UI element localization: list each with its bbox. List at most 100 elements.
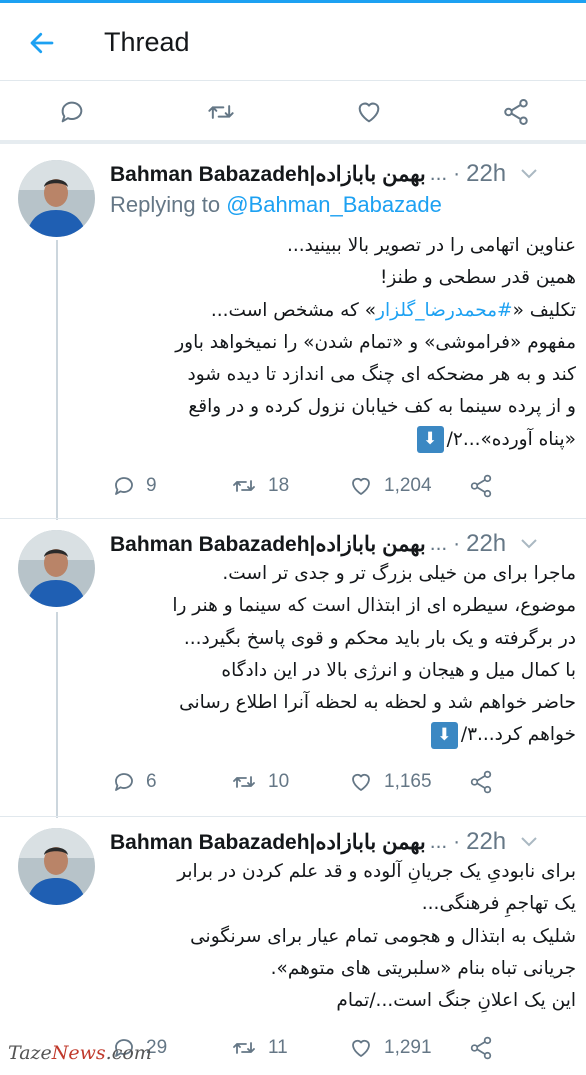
like-button[interactable]: 1,165 bbox=[348, 762, 432, 802]
tweet-text: ماجرا برای من خیلی بزرگ تر و جدی تر است.… bbox=[108, 558, 576, 752]
down-arrow-emoji: ⬇ bbox=[430, 721, 458, 749]
reply-prefix: Replying to bbox=[110, 192, 221, 217]
replying-to: Replying to @Bahman_Babazade bbox=[110, 192, 442, 218]
tweet-line: کند و به هر مضحکه ای چنگ می اندازد تا دی… bbox=[187, 364, 577, 386]
share-button[interactable] bbox=[468, 1028, 494, 1068]
reply-icon bbox=[115, 773, 133, 791]
like-count: 1,165 bbox=[384, 771, 432, 792]
author-meta: ... · bbox=[429, 830, 461, 853]
author-meta: ... · bbox=[429, 532, 461, 555]
tweet[interactable]: Bahman Babazadeh|بهمن بابازاده ... · 22h… bbox=[0, 826, 586, 1066]
share-button[interactable] bbox=[468, 466, 494, 506]
tweet-text: عناوین اتهامی را در تصویر بالا ببینید...… bbox=[108, 230, 576, 456]
share-button[interactable] bbox=[468, 762, 494, 802]
retweet-button[interactable]: 11 bbox=[230, 1028, 288, 1068]
retweet-icon bbox=[233, 1042, 255, 1054]
app-header: Thread bbox=[0, 3, 586, 83]
reply-button[interactable] bbox=[52, 92, 92, 132]
watermark-text: Taze bbox=[8, 1042, 52, 1064]
heart-icon bbox=[352, 1039, 370, 1057]
tweet-header: Bahman Babazadeh|بهمن بابازاده ... · 22h bbox=[110, 528, 580, 560]
down-arrow-emoji: ⬇ bbox=[416, 426, 444, 454]
tweet-line: یک تهاجمِ فرهنگی... bbox=[421, 893, 576, 915]
chevron-down-icon bbox=[521, 837, 537, 847]
avatar[interactable] bbox=[18, 530, 95, 607]
tweet-line: ماجرا برای من خیلی بزرگ تر و جدی تر است. bbox=[222, 563, 576, 584]
hashtag-link[interactable]: #محمدرضا_گلزار bbox=[376, 300, 513, 321]
tweet-line: خواهم کرد...۳/⬇ bbox=[108, 719, 576, 751]
tweet-divider bbox=[0, 518, 586, 519]
heart-icon bbox=[352, 477, 370, 495]
retweet-icon bbox=[233, 480, 255, 492]
author-name[interactable]: Bahman Babazadeh|بهمن بابازاده bbox=[110, 532, 426, 557]
tweet-divider bbox=[0, 816, 586, 817]
tweet[interactable]: Bahman Babazadeh|بهمن بابازاده ... · 22h… bbox=[0, 158, 586, 520]
thread-action-bar bbox=[0, 84, 586, 140]
chevron-down-icon bbox=[521, 539, 537, 549]
author-name[interactable]: Bahman Babazadeh|بهمن بابازاده bbox=[110, 830, 426, 855]
avatar[interactable] bbox=[18, 828, 95, 905]
reply-icon bbox=[115, 477, 133, 495]
reply-button[interactable]: 9 bbox=[112, 466, 157, 506]
tweet-line: موضوع، سیطره ای از ابتذال است که سینما و… bbox=[172, 595, 576, 617]
heart-icon bbox=[352, 773, 370, 791]
tweet-menu-button[interactable] bbox=[520, 832, 540, 852]
share-icon bbox=[470, 474, 492, 498]
tweet-header: Bahman Babazadeh|بهمن بابازاده ... · 22h bbox=[110, 158, 580, 190]
reply-handle-link[interactable]: @Bahman_Babazade bbox=[226, 192, 442, 217]
tweet-actions: 9 18 1,204 bbox=[108, 466, 578, 506]
tweet-line: تکلیف «#محمدرضا_گلزار» که مشخص است... bbox=[108, 295, 576, 327]
reply-button[interactable]: 6 bbox=[112, 762, 157, 802]
tweet-text-segment: » که مشخص است... bbox=[210, 299, 377, 321]
tweet-text-segment: تکلیف « bbox=[512, 299, 576, 321]
like-count: 1,204 bbox=[384, 475, 432, 496]
like-button[interactable]: 1,291 bbox=[348, 1028, 432, 1068]
tweet[interactable]: Bahman Babazadeh|بهمن بابازاده ... · 22h… bbox=[0, 528, 586, 818]
like-button[interactable]: 1,204 bbox=[348, 466, 432, 506]
retweet-icon bbox=[233, 776, 255, 788]
tweet-actions: 6 10 1,165 bbox=[108, 762, 578, 802]
timestamp[interactable]: 22h bbox=[466, 530, 506, 558]
tweet-line: برای نابودیِ یک جریانِ آلوده و قد علم کر… bbox=[177, 861, 576, 882]
tweet-line: شلیک به ابتذال و هجومی تمام عیار برای سر… bbox=[190, 925, 576, 947]
like-button[interactable] bbox=[349, 92, 389, 132]
timestamp[interactable]: 22h bbox=[466, 160, 506, 188]
watermark-text: .com bbox=[105, 1042, 152, 1064]
tweet-line: این یک اعلانِ جنگ است.../تمام bbox=[336, 990, 576, 1012]
tweet-line: عناوین اتهامی را در تصویر بالا ببینید... bbox=[286, 235, 576, 256]
reply-count: 9 bbox=[146, 475, 157, 496]
retweet-count: 18 bbox=[268, 475, 290, 496]
watermark-text: News bbox=[51, 1042, 106, 1064]
share-icon bbox=[470, 770, 492, 794]
avatar[interactable] bbox=[18, 160, 95, 237]
retweet-icon bbox=[208, 105, 234, 119]
retweet-count: 11 bbox=[268, 1037, 288, 1058]
reply-icon bbox=[61, 101, 83, 123]
share-icon bbox=[470, 1036, 492, 1060]
tweet-line: «پناه آورده»...۲/⬇ bbox=[108, 424, 576, 456]
author-meta: ... · bbox=[429, 162, 461, 185]
tweet-menu-button[interactable] bbox=[520, 164, 540, 184]
tweet-menu-button[interactable] bbox=[520, 534, 540, 554]
chevron-down-icon bbox=[521, 169, 537, 179]
retweet-button[interactable]: 10 bbox=[230, 762, 289, 802]
tweet-line: حاضر خواهم شد و لحظه به لحظه آنرا اطلاع … bbox=[179, 692, 576, 714]
tweet-line: در برگرفته و یک بار باید محکم و قوی پاسخ… bbox=[183, 627, 576, 649]
tweet-text-segment: خواهم کرد...۳/ bbox=[460, 724, 576, 746]
reply-count: 6 bbox=[146, 771, 157, 792]
retweet-button[interactable] bbox=[201, 92, 241, 132]
author-name[interactable]: Bahman Babazadeh|بهمن بابازاده bbox=[110, 162, 426, 187]
retweet-button[interactable]: 18 bbox=[230, 466, 289, 506]
share-button[interactable] bbox=[496, 92, 536, 132]
tweet-line: همین قدر سطحی و طنز! bbox=[379, 267, 576, 289]
page-title: Thread bbox=[104, 27, 190, 57]
section-gap bbox=[0, 140, 586, 144]
header-divider bbox=[0, 80, 586, 81]
back-button[interactable] bbox=[22, 23, 62, 63]
tweet-text-segment: «پناه آورده»...۲/ bbox=[446, 428, 576, 450]
watermark: TazeNews.com bbox=[8, 1042, 152, 1064]
tweet-actions: 29 11 1,291 bbox=[108, 1028, 578, 1068]
like-count: 1,291 bbox=[384, 1037, 432, 1058]
retweet-count: 10 bbox=[268, 771, 290, 792]
timestamp[interactable]: 22h bbox=[466, 828, 506, 856]
